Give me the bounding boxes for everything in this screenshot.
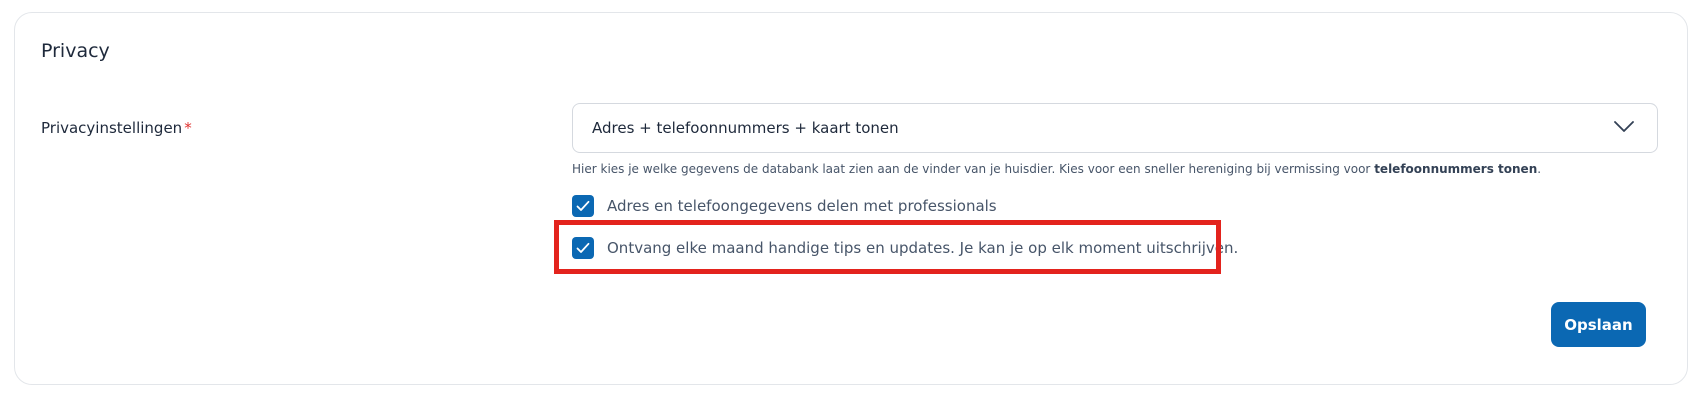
privacy-settings-selected-value: Adres + telefoonnummers + kaart tonen [592,119,899,137]
required-marker: * [184,119,192,137]
help-text-prefix: Hier kies je welke gegevens de databank … [572,162,1375,176]
privacy-settings-select[interactable]: Adres + telefoonnummers + kaart tonen [572,103,1658,153]
share-with-professionals-option[interactable]: Adres en telefoongegevens delen met prof… [572,195,997,217]
chevron-down-icon [1614,121,1634,132]
save-button[interactable]: Opslaan [1551,302,1646,347]
privacy-settings-label-text: Privacyinstellingen [41,119,183,137]
privacy-help-text: Hier kies je welke gegevens de databank … [572,162,1541,176]
checkmark-icon [576,200,590,211]
privacy-settings-label: Privacyinstellingen * [41,119,192,137]
section-title: Privacy [41,40,110,62]
share-with-professionals-label: Adres en telefoongegevens delen met prof… [607,197,997,215]
newsletter-option[interactable]: Ontvang elke maand handige tips en updat… [572,237,1238,259]
newsletter-label: Ontvang elke maand handige tips en updat… [607,239,1239,257]
checkmark-icon [576,242,590,253]
share-with-professionals-checkbox[interactable] [572,195,594,217]
help-text-bold: telefoonnummers tonen [1374,162,1538,176]
newsletter-checkbox[interactable] [572,237,594,259]
help-text-suffix: . [1537,162,1542,176]
